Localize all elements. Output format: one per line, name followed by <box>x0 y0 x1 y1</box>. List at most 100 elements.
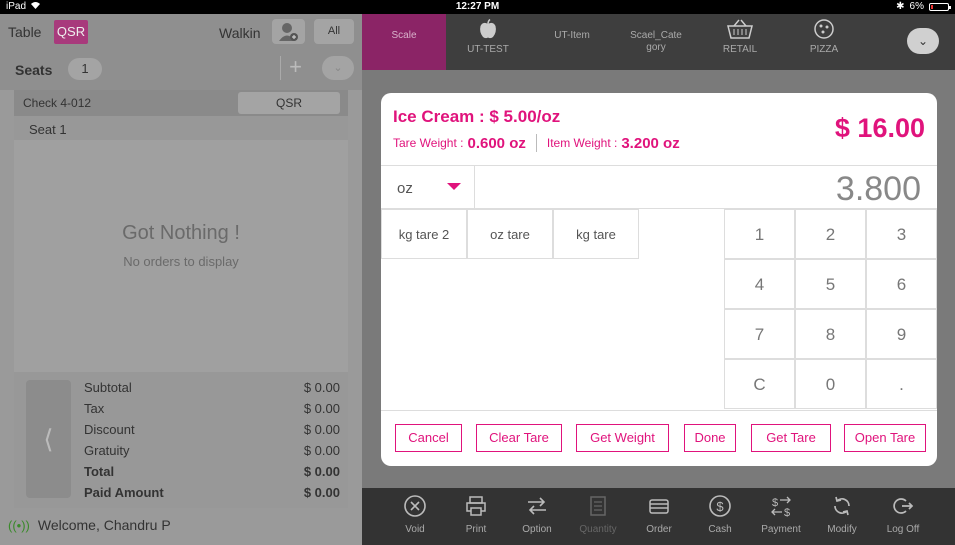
quantity-button[interactable]: Quantity <box>568 494 628 542</box>
option-icon <box>507 494 567 518</box>
order-panel: Table QSR Walkin All Seats 1 + ⌄ Check 4… <box>0 14 362 545</box>
item-title: Ice Cream : $ 5.00/oz <box>393 107 561 126</box>
payment-button[interactable]: $ $ Payment <box>751 494 811 542</box>
keypad-key[interactable]: 4 <box>724 259 795 309</box>
tare-preset-button[interactable]: kg tare 2 <box>381 209 467 259</box>
category-pizza[interactable]: PIZZA <box>782 14 866 70</box>
category-scale[interactable]: Scale <box>362 14 446 70</box>
category-scael-category[interactable]: Scael_Category <box>614 14 698 70</box>
cancel-button[interactable]: Cancel <box>395 424 462 452</box>
get-tare-button[interactable]: Get Tare <box>751 424 831 452</box>
tare-preset-button[interactable]: kg tare <box>553 209 639 259</box>
done-button[interactable]: Done <box>684 424 736 452</box>
empty-title: Got Nothing ! <box>122 222 240 244</box>
clear-tare-button[interactable]: Clear Tare <box>476 424 562 452</box>
category-label: Scale <box>391 30 417 41</box>
log-off-button[interactable]: Log Off <box>873 494 933 542</box>
cash-button[interactable]: $ Cash <box>690 494 750 542</box>
customer-name[interactable]: Walkin <box>219 25 261 41</box>
table-label: Table <box>8 24 42 40</box>
totals-row: Tax $ 0.00 <box>84 401 340 421</box>
svg-text:$: $ <box>772 497 778 509</box>
totals-label: Total <box>84 464 115 479</box>
print-button[interactable]: Print <box>446 494 506 542</box>
category-retail[interactable]: RETAIL <box>698 14 782 70</box>
more-categories-button[interactable]: ⌄ <box>907 28 939 54</box>
category-label: UT-Item <box>554 30 590 41</box>
connection-icon: ((•)) <box>8 517 30 533</box>
keypad-key[interactable]: 6 <box>866 259 937 309</box>
printer-icon <box>446 494 506 518</box>
dialog-header: Ice Cream : $ 5.00/oz Tare Weight : 0.60… <box>381 93 937 165</box>
keypad-key[interactable]: 9 <box>866 309 937 359</box>
keypad-key[interactable]: 5 <box>795 259 866 309</box>
toolbar-label: Payment <box>761 524 801 535</box>
category-label: PIZZA <box>809 44 839 55</box>
battery-percent: 6% <box>909 1 924 12</box>
caret-down-icon <box>447 183 461 190</box>
chevron-down-icon[interactable]: ⌄ <box>322 56 354 80</box>
unit-value: oz <box>397 180 413 197</box>
toolbar-label: Print <box>465 524 487 535</box>
void-button[interactable]: Void <box>385 494 445 542</box>
open-tare-button[interactable]: Open Tare <box>844 424 926 452</box>
category-ut-item[interactable]: UT-Item <box>530 14 614 70</box>
keypad-key[interactable]: 2 <box>795 209 866 259</box>
unit-select[interactable]: oz <box>381 166 475 209</box>
get-weight-button[interactable]: Get Weight <box>576 424 669 452</box>
order-icon <box>629 494 689 518</box>
table-badge[interactable]: QSR <box>54 20 88 44</box>
cash-icon: $ <box>690 494 750 518</box>
totals-value: $ 0.00 <box>303 422 340 437</box>
category-ut-test[interactable]: UT-TEST <box>446 14 530 70</box>
keypad-key[interactable]: C <box>724 359 795 409</box>
void-icon <box>385 494 445 518</box>
battery-icon <box>929 3 951 11</box>
payment-icon: $ $ <box>751 494 811 519</box>
totals-value: $ 0.00 <box>303 443 340 458</box>
pos-screen: iPad 12:27 PM ✱ 6% Table QSR Walkin All … <box>0 0 955 545</box>
order-button[interactable]: Order <box>629 494 689 542</box>
category-label: UT-TEST <box>467 44 509 55</box>
seat-header[interactable]: Seat 1 <box>14 116 348 140</box>
all-button[interactable]: All <box>314 19 354 44</box>
category-bar: PIZZA RETAIL Scael_Category UT-Item UT-TEST S… <box>362 14 955 70</box>
keypad-key[interactable]: 3 <box>866 209 937 259</box>
toolbar-label: Quantity <box>579 524 617 535</box>
keypad-key[interactable]: 1 <box>724 209 795 259</box>
totals-value: $ 0.00 <box>303 464 340 479</box>
keypad-key[interactable]: . <box>866 359 937 409</box>
totals-row: Discount $ 0.00 <box>84 422 340 442</box>
seats-count[interactable]: 1 <box>68 58 102 80</box>
keypad-key[interactable]: 7 <box>724 309 795 359</box>
weight-input[interactable]: 3.800 <box>836 170 921 209</box>
add-customer-button[interactable] <box>272 19 305 44</box>
keypad-key[interactable]: 8 <box>795 309 866 359</box>
add-seat-button[interactable]: + <box>280 56 310 80</box>
keypad-key[interactable]: 0 <box>795 359 866 409</box>
scale-dialog: Ice Cream : $ 5.00/oz Tare Weight : 0.60… <box>381 93 937 466</box>
option-button[interactable]: Option <box>507 494 567 542</box>
totals-label: Paid Amount <box>84 485 164 500</box>
add-user-icon <box>279 23 298 41</box>
quantity-icon <box>568 494 628 518</box>
order-header: Table QSR Walkin All <box>0 14 362 50</box>
totals-panel: ⟨ Subtotal $ 0.00 Tax $ 0.00 Discount $ 0.00 G… <box>14 372 348 508</box>
check-number: Check 4-012 <box>23 96 92 110</box>
logoff-icon <box>873 494 933 518</box>
bluetooth-icon: ✱ <box>896 1 905 12</box>
totals-row: Total $ 0.00 <box>84 464 340 484</box>
status-bar: iPad 12:27 PM ✱ 6% <box>0 0 955 14</box>
check-type-button[interactable]: QSR <box>238 92 340 114</box>
weight-summary: Tare Weight : 0.600 oz Item Weight : 3.2… <box>393 134 680 152</box>
modify-button[interactable]: Modify <box>812 494 872 542</box>
item-weight-label: Item Weight : <box>546 136 618 150</box>
pizza-icon <box>782 18 866 44</box>
action-toolbar: Void Print Option Quantity Order $ Cash $ $ Payme… <box>362 488 955 545</box>
category-label: Scael_Category <box>630 30 682 53</box>
tare-preset-button[interactable]: oz tare <box>467 209 553 259</box>
toolbar-label: Modify <box>827 524 857 535</box>
split-check-button[interactable]: ⟨ <box>26 380 71 498</box>
item-price: $ 16.00 <box>834 113 925 143</box>
toolbar-label: Cash <box>708 524 732 535</box>
